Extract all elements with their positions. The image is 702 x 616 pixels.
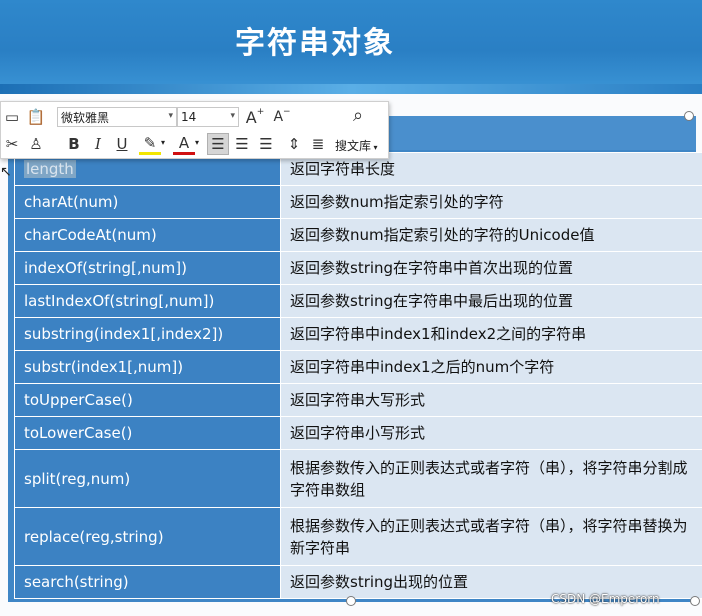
method-name-cell[interactable]: substring(index1[,index2]) bbox=[14, 317, 281, 351]
method-name-cell[interactable]: split(reg,num) bbox=[14, 449, 281, 508]
table-row[interactable]: charCodeAt(num) 返回参数num指定索引处的字符的Unicode值 bbox=[14, 218, 702, 252]
table-row[interactable]: indexOf(string[,num]) 返回参数string在字符串中首次出… bbox=[14, 251, 702, 285]
bold-button[interactable]: B bbox=[63, 133, 85, 155]
methods-table-grid: length 返回字符串长度 charAt(num) 返回参数num指定索引处的… bbox=[14, 152, 702, 599]
method-desc-cell[interactable]: 返回参数string在字符串中首次出现的位置 bbox=[280, 251, 702, 285]
search-library-label: 搜文库 bbox=[335, 139, 372, 153]
slide-title-banner: 字符串对象 bbox=[0, 0, 702, 94]
align-right-icon[interactable]: ☰ bbox=[255, 133, 277, 155]
resize-handle-bottom-middle[interactable] bbox=[346, 596, 356, 606]
method-name-cell[interactable]: charCodeAt(num) bbox=[14, 218, 281, 252]
method-desc-cell[interactable]: 返回参数string在字符串中最后出现的位置 bbox=[280, 284, 702, 318]
method-name-cell[interactable]: search(string) bbox=[14, 565, 281, 599]
underline-button[interactable]: U bbox=[111, 133, 133, 155]
resize-handle-bottom-right[interactable] bbox=[690, 596, 700, 606]
mouse-cursor-icon: ↖ bbox=[0, 164, 12, 180]
chevron-down-icon: ▾ bbox=[230, 111, 235, 121]
watermark: CSDN @Emperorn bbox=[551, 592, 660, 606]
grow-font-button[interactable]: A + bbox=[244, 106, 266, 128]
method-name-cell[interactable]: charAt(num) bbox=[14, 185, 281, 219]
method-desc-cell[interactable]: 返回字符串小写形式 bbox=[280, 416, 702, 450]
mini-format-toolbar: ▭ 📋 微软雅黑 ▾ 14 ▾ A + A − ⌕ ✂ ♙ B I U ✎ ▾ A … bbox=[0, 101, 389, 159]
search-library-button[interactable]: 搜文库 ▾ bbox=[335, 137, 378, 154]
method-desc-cell[interactable]: 返回字符串中index1之后的num个字符 bbox=[280, 350, 702, 384]
method-desc-cell[interactable]: 返回参数num指定索引处的字符的Unicode值 bbox=[280, 218, 702, 252]
format-painter-icon[interactable]: ▭ bbox=[1, 106, 23, 128]
slide-title: 字符串对象 bbox=[235, 26, 395, 61]
chevron-down-icon[interactable]: ▾ bbox=[161, 138, 165, 147]
align-left-icon[interactable]: ☰ bbox=[207, 133, 229, 155]
method-desc-cell[interactable]: 返回参数num指定索引处的字符 bbox=[280, 185, 702, 219]
method-desc-cell[interactable]: 根据参数传入的正则表达式或者字符（串），将字符串替换为新字符串 bbox=[280, 507, 702, 566]
clear-format-icon[interactable]: ♙ bbox=[25, 133, 47, 155]
resize-handle-top-right[interactable] bbox=[684, 111, 694, 121]
method-name-cell[interactable]: toLowerCase() bbox=[14, 416, 281, 450]
table-row[interactable]: toUpperCase() 返回字符串大写形式 bbox=[14, 383, 702, 417]
table-row[interactable]: split(reg,num) 根据参数传入的正则表达式或者字符（串），将字符串分… bbox=[14, 449, 702, 508]
table-row[interactable]: charAt(num) 返回参数num指定索引处的字符 bbox=[14, 185, 702, 219]
method-name-cell[interactable]: toUpperCase() bbox=[14, 383, 281, 417]
string-methods-table[interactable]: length 返回字符串长度 charAt(num) 返回参数num指定索引处的… bbox=[8, 116, 702, 602]
selected-text[interactable]: length bbox=[24, 160, 76, 178]
font-name-select[interactable]: 微软雅黑 ▾ bbox=[57, 107, 177, 127]
method-desc-cell[interactable]: 返回字符串中index1和index2之间的字符串 bbox=[280, 317, 702, 351]
font-size-value: 14 bbox=[181, 110, 197, 124]
table-row[interactable]: toLowerCase() 返回字符串小写形式 bbox=[14, 416, 702, 450]
method-desc-cell[interactable]: 根据参数传入的正则表达式或者字符（串），将字符串分割成字符串数组 bbox=[280, 449, 702, 508]
shrink-font-button[interactable]: A − bbox=[271, 106, 293, 128]
chevron-down-icon: ▾ bbox=[168, 111, 173, 121]
font-color-button[interactable]: A bbox=[173, 133, 195, 155]
align-center-icon[interactable]: ☰ bbox=[231, 133, 253, 155]
method-name-cell[interactable]: lastIndexOf(string[,num]) bbox=[14, 284, 281, 318]
method-name-cell[interactable]: substr(index1[,num]) bbox=[14, 350, 281, 384]
document-search-icon[interactable]: ⌕ bbox=[347, 104, 369, 126]
paste-icon[interactable]: 📋 bbox=[25, 106, 47, 128]
method-desc-cell[interactable]: 返回字符串大写形式 bbox=[280, 383, 702, 417]
table-row[interactable]: substring(index1[,index2]) 返回字符串中index1和… bbox=[14, 317, 702, 351]
method-name-cell[interactable]: indexOf(string[,num]) bbox=[14, 251, 281, 285]
banner-decor-band bbox=[0, 84, 702, 94]
chevron-down-icon[interactable]: ▾ bbox=[195, 138, 199, 147]
font-size-select[interactable]: 14 ▾ bbox=[177, 107, 239, 127]
shrink-font-icon: A bbox=[273, 109, 284, 125]
line-spacing-icon[interactable]: ⇕ bbox=[283, 133, 305, 155]
method-name-cell[interactable]: replace(reg,string) bbox=[14, 507, 281, 566]
cut-icon[interactable]: ✂ bbox=[1, 133, 23, 155]
chevron-down-icon: ▾ bbox=[371, 143, 378, 152]
table-row[interactable]: replace(reg,string) 根据参数传入的正则表达式或者字符（串），… bbox=[14, 507, 702, 566]
grow-font-icon: A bbox=[245, 107, 257, 127]
highlight-icon[interactable]: ✎ bbox=[139, 133, 161, 155]
table-row[interactable]: substr(index1[,num]) 返回字符串中index1之后的num个… bbox=[14, 350, 702, 384]
table-row[interactable]: lastIndexOf(string[,num]) 返回参数string在字符串… bbox=[14, 284, 702, 318]
font-name-value: 微软雅黑 bbox=[61, 110, 110, 125]
list-icon[interactable]: ≣ bbox=[307, 133, 329, 155]
italic-button[interactable]: I bbox=[87, 133, 109, 155]
